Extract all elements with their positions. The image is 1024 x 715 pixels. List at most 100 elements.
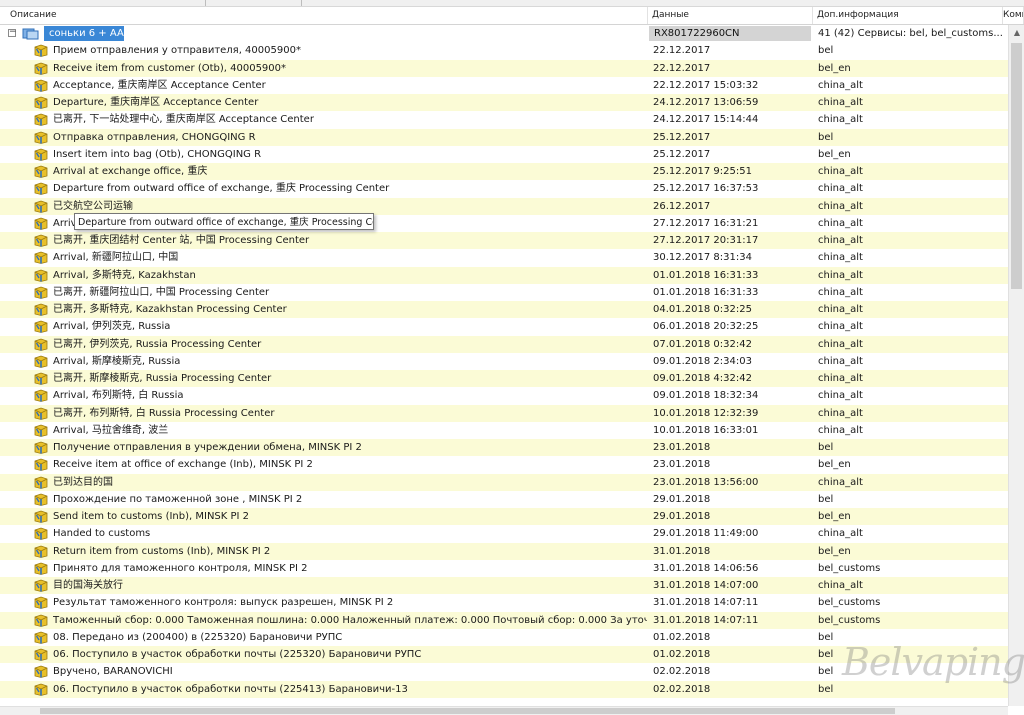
mail-event-icon: [34, 614, 48, 627]
event-source: china_alt: [818, 200, 863, 212]
event-description: Send item to customs (Inb), MINSK PI 2: [53, 511, 250, 522]
column-header-info[interactable]: Доп.информация: [813, 7, 1003, 24]
table-row[interactable]: 已到达目的国 23.01.2018 13:56:00 china_alt: [0, 473, 1008, 491]
event-date: 01.01.2018 16:31:33: [653, 286, 759, 298]
table-row[interactable]: Принято для таможенного контроля, MINSK …: [0, 559, 1008, 577]
horizontal-scroll-thumb[interactable]: [40, 708, 895, 714]
column-header-date[interactable]: Данные: [648, 7, 813, 24]
table-row[interactable]: Arrival, 布列斯特, 白 Russia 09.01.2018 18:32:…: [0, 387, 1008, 405]
event-date: 31.01.2018 14:07:11: [653, 614, 759, 626]
table-row[interactable]: 已交航空公司运输 26.12.2017 china_alt: [0, 197, 1008, 215]
table-row[interactable]: Arrival, 新疆阿拉山口, 中国 30.12.2017 8:31:34 chi…: [0, 249, 1008, 267]
parcel-group-icon: [22, 28, 39, 40]
table-row[interactable]: Отправка отправления, CHONGQING R 25.12.2…: [0, 128, 1008, 146]
event-description: Прохождение по таможенной зоне , MINSK P…: [53, 493, 303, 505]
vertical-scrollbar[interactable]: ▲: [1008, 25, 1024, 706]
table-row[interactable]: Прохождение по таможенной зоне , MINSK P…: [0, 490, 1008, 508]
table-row[interactable]: Arrival at exchange office, 重庆 25.12.2017…: [0, 163, 1008, 180]
mail-event-icon: [34, 113, 48, 127]
table-row[interactable]: 已离开, 重庆团结村 Center 站, 中国 Processing Cente…: [0, 232, 1008, 249]
event-date: 25.12.2017 16:37:53: [653, 183, 759, 195]
event-date: 04.01.2018 0:32:25: [653, 304, 752, 315]
column-header-description[interactable]: Описание: [0, 7, 648, 24]
table-row[interactable]: Прием отправления у отправителя, 4000590…: [0, 42, 1008, 60]
event-description: Принято для таможенного контроля, MINSK …: [53, 562, 308, 574]
event-date: 22.12.2017: [653, 45, 711, 57]
table-row[interactable]: Таможенный сбор: 0.000 Таможенная пошлин…: [0, 611, 1008, 629]
mail-event-icon: [34, 62, 48, 75]
collapse-toggle-icon[interactable]: −: [8, 28, 17, 37]
mail-event-icon: [34, 683, 48, 696]
table-row[interactable]: Insert item into bag (Otb), CHONGQING R 2…: [0, 145, 1008, 163]
mail-event-icon: [34, 320, 48, 334]
table-row[interactable]: 已离开, 多斯特克, Kazakhstan Processing Center 0…: [0, 301, 1008, 318]
event-description: Прием отправления у отправителя, 4000590…: [53, 45, 301, 57]
event-source: bel_customs: [818, 614, 881, 626]
event-date: 29.01.2018: [653, 493, 711, 505]
table-row[interactable]: Acceptance, 重庆南岸区 Acceptance Center 22.12…: [0, 76, 1008, 94]
event-description: 06. Поступило в участок обработки почты …: [53, 649, 422, 660]
event-source: bel_en: [818, 459, 851, 471]
event-date: 10.01.2018 16:33:01: [653, 424, 759, 436]
event-source: bel_en: [818, 545, 851, 557]
event-description: 06. Поступило в участок обработки почты …: [53, 683, 408, 695]
table-row[interactable]: Arrival, 马拉舍维奇, 波兰 10.01.2018 16:33:01 chi…: [0, 421, 1008, 439]
table-row[interactable]: 已离开, 新疆阿拉山口, 中国 Processing Center 01.01.2…: [0, 283, 1008, 301]
table-row[interactable]: Результат таможенного контроля: выпуск р…: [0, 594, 1008, 612]
event-date: 31.01.2018: [653, 545, 711, 557]
toolbar-tab-left[interactable]: [0, 0, 206, 6]
mail-event-icon: [34, 286, 48, 299]
event-description: 已离开, 下一站处理中心, 重庆南岸区 Acceptance Center: [53, 114, 314, 126]
group-info: 41 (42) Сервисы: bel, bel_customs...: [818, 28, 1003, 39]
table-row[interactable]: Handed to customs 29.01.2018 11:49:00 chin…: [0, 525, 1008, 543]
table-row[interactable]: Receive item from customer (Otb), 400059…: [0, 59, 1008, 77]
table-row[interactable]: Departure, 重庆南岸区 Acceptance Center 24.12.…: [0, 94, 1008, 111]
event-date: 29.01.2018: [653, 511, 711, 522]
tracking-number[interactable]: RX801722960CN: [654, 25, 814, 42]
event-date: 31.01.2018 14:06:56: [653, 562, 759, 574]
table-row[interactable]: Send item to customs (Inb), MINSK PI 2 29…: [0, 508, 1008, 525]
mail-event-icon: [34, 79, 48, 92]
event-date: 06.01.2018 20:32:25: [653, 321, 759, 333]
event-description: 目的国海关放行: [53, 580, 123, 591]
event-source: china_alt: [818, 217, 863, 229]
event-date: 01.02.2018: [653, 631, 711, 643]
event-source: china_alt: [818, 476, 863, 488]
table-row[interactable]: 已离开, 伊列茨克, Russia Processing Center 07.01…: [0, 335, 1008, 353]
mail-event-icon: [34, 510, 48, 523]
table-row[interactable]: 已离开, 布列斯特, 白 Russia Processing Center 10.…: [0, 404, 1008, 422]
event-date: 22.12.2017: [653, 62, 711, 74]
table-row[interactable]: Departure from outward office of exchang…: [0, 180, 1008, 198]
event-date: 25.12.2017: [653, 131, 711, 143]
event-description: Arrival, 伊列茨克, Russia: [53, 321, 171, 333]
table-row[interactable]: 已离开, 斯摩棱斯克, Russia Processing Center 09.0…: [0, 370, 1008, 387]
event-source: china_alt: [818, 79, 863, 91]
table-row[interactable]: Arrival, 伊列茨克, Russia 06.01.2018 20:32:25…: [0, 318, 1008, 336]
watermark-logo: Belvaping.com: [842, 640, 1024, 684]
event-source: china_alt: [818, 269, 863, 281]
mail-event-icon: [34, 389, 48, 403]
mail-event-icon: [34, 338, 48, 351]
table-row[interactable]: Receive item at office of exchange (Inb)…: [0, 456, 1008, 474]
table-row[interactable]: Return item from customs (Inb), MINSK PI…: [0, 542, 1008, 560]
table-row[interactable]: Arrival, 斯摩棱斯克, Russia 09.01.2018 2:34:03…: [0, 352, 1008, 370]
column-header-comment[interactable]: Комм: [1003, 7, 1024, 24]
mail-event-icon: [34, 372, 48, 385]
column-header: Описание Данные Доп.информация Комм: [0, 7, 1024, 25]
vertical-scroll-thumb[interactable]: [1011, 43, 1022, 289]
table-row[interactable]: Получение отправления в учреждении обмен…: [0, 439, 1008, 456]
event-date: 09.01.2018 4:32:42: [653, 373, 752, 384]
table-row[interactable]: 已离开, 下一站处理中心, 重庆南岸区 Acceptance Center 24.…: [0, 111, 1008, 129]
scroll-up-icon[interactable]: ▲: [1009, 25, 1024, 41]
event-date: 07.01.2018 0:32:42: [653, 338, 752, 350]
event-description: Receive item at office of exchange (Inb)…: [53, 459, 313, 471]
group-row[interactable]: − соньки 6 + AA RX801722960CN 41 (42) Се…: [0, 25, 1008, 42]
table-row[interactable]: 目的国海关放行 31.01.2018 14:07:00 china_alt: [0, 577, 1008, 594]
event-description: 已离开, 多斯特克, Kazakhstan Processing Center: [53, 304, 287, 315]
toolbar-tab-middle[interactable]: [206, 0, 302, 6]
event-source: bel_en: [818, 511, 851, 522]
table-row[interactable]: Arrival, 多斯特克, Kazakhstan 01.01.2018 16:3…: [0, 266, 1008, 284]
event-description: 已离开, 伊列茨克, Russia Processing Center: [53, 338, 262, 350]
event-source: china_alt: [818, 373, 863, 384]
tooltip: Departure from outward office of exchang…: [74, 213, 374, 230]
